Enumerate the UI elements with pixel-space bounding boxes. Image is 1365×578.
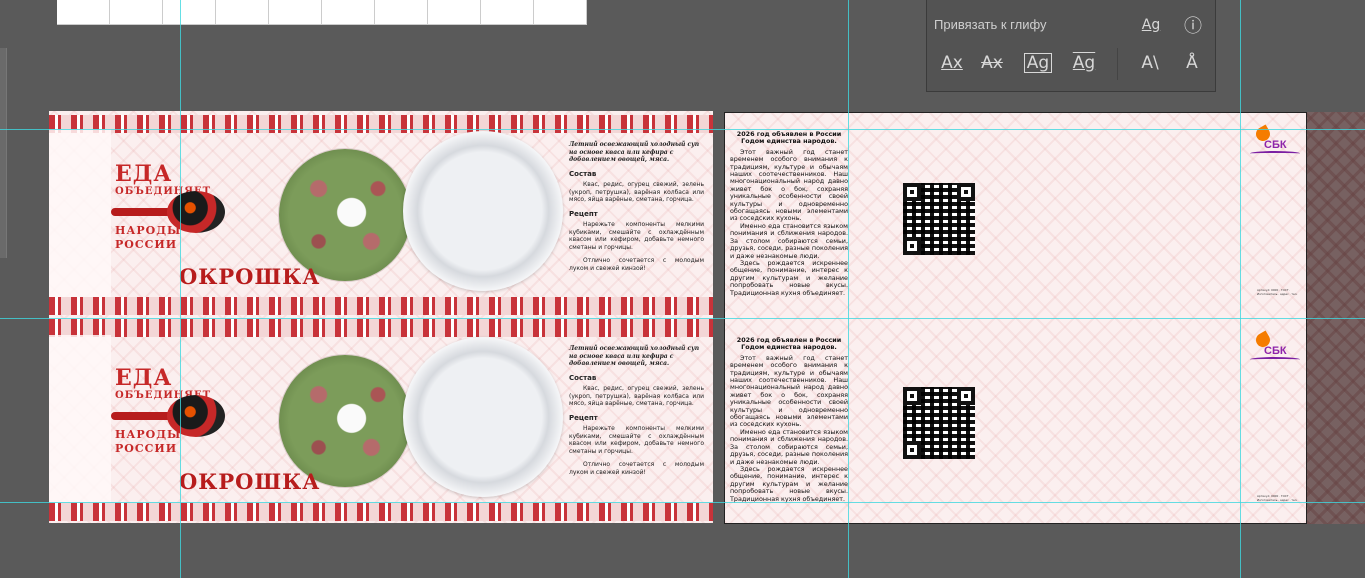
qr-finder <box>957 183 975 201</box>
rossii-text: РОССИИ <box>115 238 178 251</box>
khokhloma-spoon-image <box>167 395 225 437</box>
serving-text: Отлично сочетается с молодым луком и све… <box>569 257 704 272</box>
lead-text: Летний освежающий холодный суп на основе… <box>569 345 700 367</box>
info-icon[interactable]: ⓘ <box>1179 12 1207 38</box>
recipe-heading: Рецепт <box>569 209 598 218</box>
ornament-border-bottom <box>49 297 713 315</box>
composition-text: Квас, редис, огурец свежий, зелень (укро… <box>569 385 704 407</box>
qr-finder <box>903 387 921 405</box>
okroshka-title: ОКРОШКА <box>179 264 321 289</box>
info-paragraph: Именно еда становится языком понимания и… <box>730 221 848 260</box>
top-table-cell <box>534 0 587 24</box>
manufacturer-small-print: Артикул: 0000 · ГОСТ · Изготовитель · ад… <box>1257 494 1298 502</box>
recipe-text-block: Летний освежающий холодный суп на основе… <box>569 345 704 476</box>
narody-text: НАРОДЫ <box>115 224 182 237</box>
recipe-heading: Рецепт <box>569 413 598 422</box>
artboard-label-front[interactable]: ЕДА ОБЪЕДИНЯЕТ НАРОДЫ РОССИИ ОКРОШКА Лет… <box>49 111 713 523</box>
qr-finder <box>903 183 921 201</box>
glyph-bounds-snap-button[interactable]: Ag <box>1023 48 1053 78</box>
top-table-cell <box>428 0 481 24</box>
lead-text: Летний освежающий холодный суп на основе… <box>569 141 700 163</box>
horizontal-guide[interactable] <box>0 318 1365 319</box>
vertical-guide[interactable] <box>180 0 181 578</box>
composition-heading: Состав <box>569 169 597 178</box>
vertical-guide[interactable] <box>1240 0 1241 578</box>
info-text-block: 2026 год объявлен в России Годом единств… <box>730 130 848 297</box>
info-text-block: 2026 год объявлен в России Годом единств… <box>730 336 848 503</box>
qr-finder <box>903 441 921 459</box>
horizontal-guide[interactable] <box>0 502 1365 503</box>
logo-text: СБК <box>1264 139 1287 151</box>
anchor-point-button[interactable]: Å <box>1177 48 1207 78</box>
plate-image <box>403 337 563 497</box>
x-height-snap-button[interactable]: Ax <box>977 48 1007 78</box>
ruler-stub <box>0 48 7 258</box>
top-table-cell <box>375 0 428 24</box>
glyph-guides-button[interactable]: Ag <box>1137 12 1165 38</box>
panel-title: Привязать к глифу <box>934 17 1047 32</box>
top-table-cell <box>110 0 163 24</box>
sbk-logo: СБК <box>1250 330 1300 363</box>
recipe-text-block: Летний освежающий холодный суп на основе… <box>569 141 704 272</box>
label-front-2: ЕДА ОБЪЕДИНЯЕТ НАРОДЫ РОССИИ ОКРОШКА Лет… <box>49 317 713 523</box>
info-paragraph: Здесь рождается искреннее общение, поним… <box>730 258 848 297</box>
qr-finder <box>957 387 975 405</box>
top-table-cell <box>57 0 110 24</box>
plate-image <box>403 131 563 291</box>
baseline-snap-button[interactable]: Ax <box>937 48 967 78</box>
proximity-guides-button[interactable]: Ag <box>1069 48 1099 78</box>
top-table-cell <box>269 0 322 24</box>
left-white-strip <box>49 335 111 503</box>
book-icon <box>1250 151 1300 156</box>
top-table-cell <box>481 0 534 24</box>
composition-text: Квас, редис, огурец свежий, зелень (укро… <box>569 181 704 203</box>
manufacturer-small-print: Артикул: 0000 · ГОСТ · Изготовитель · ад… <box>1257 288 1298 296</box>
snap-to-glyph-panel: Привязать к глифу Ag ⓘ Ax Ax Ag Ag A\ Å <box>926 0 1216 92</box>
top-table-cell <box>216 0 269 24</box>
qr-code <box>903 387 975 459</box>
top-table-cell <box>163 0 216 24</box>
ornament-border-top <box>49 319 713 337</box>
vertical-guide[interactable] <box>848 0 849 578</box>
narody-text: НАРОДЫ <box>115 428 182 441</box>
okroshka-photo <box>279 355 411 487</box>
recipe-text: Нарежьте компоненты мелкими кубиками, см… <box>569 425 704 455</box>
ornament-border-bottom <box>49 503 713 521</box>
top-table-cell <box>322 0 375 24</box>
qr-finder <box>903 237 921 255</box>
angle-guides-button[interactable]: A\ <box>1135 48 1165 78</box>
info-paragraph: Именно еда становится языком понимания и… <box>730 427 848 466</box>
info-header: 2026 год объявлен в России Годом единств… <box>736 336 842 352</box>
spoon-handle <box>111 208 173 216</box>
ornament-border-top <box>49 115 713 133</box>
info-paragraph: Этот важный год станет временем особого … <box>730 147 848 223</box>
glyph-bounds-icon: Ag <box>1023 53 1053 73</box>
rossii-text: РОССИИ <box>115 442 178 455</box>
horizontal-guide[interactable] <box>0 129 1365 130</box>
recipe-text: Нарежьте компоненты мелкими кубиками, см… <box>569 221 704 251</box>
composition-heading: Состав <box>569 373 597 382</box>
eda-heading: ЕДА <box>115 161 173 187</box>
qr-code <box>903 183 975 255</box>
logo-text: СБК <box>1264 345 1287 357</box>
eda-heading: ЕДА <box>115 365 173 391</box>
label-front-1: ЕДА ОБЪЕДИНЯЕТ НАРОДЫ РОССИИ ОКРОШКА Лет… <box>49 111 713 317</box>
info-header: 2026 год объявлен в России Годом единств… <box>736 130 842 146</box>
serving-text: Отлично сочетается с молодым луком и све… <box>569 461 704 476</box>
spoon-handle <box>111 412 173 420</box>
glyph-icon: Ag <box>1141 17 1161 33</box>
top-table-strip <box>57 0 587 25</box>
info-paragraph: Этот важный год станет временем особого … <box>730 353 848 429</box>
info-paragraph: Здесь рождается искреннее общение, поним… <box>730 464 848 503</box>
okroshka-title: ОКРОШКА <box>179 469 321 494</box>
book-icon <box>1250 357 1300 362</box>
khokhloma-spoon-image <box>167 191 225 233</box>
panel-separator <box>1117 48 1118 80</box>
left-white-strip <box>49 129 111 297</box>
okroshka-photo <box>279 149 411 281</box>
